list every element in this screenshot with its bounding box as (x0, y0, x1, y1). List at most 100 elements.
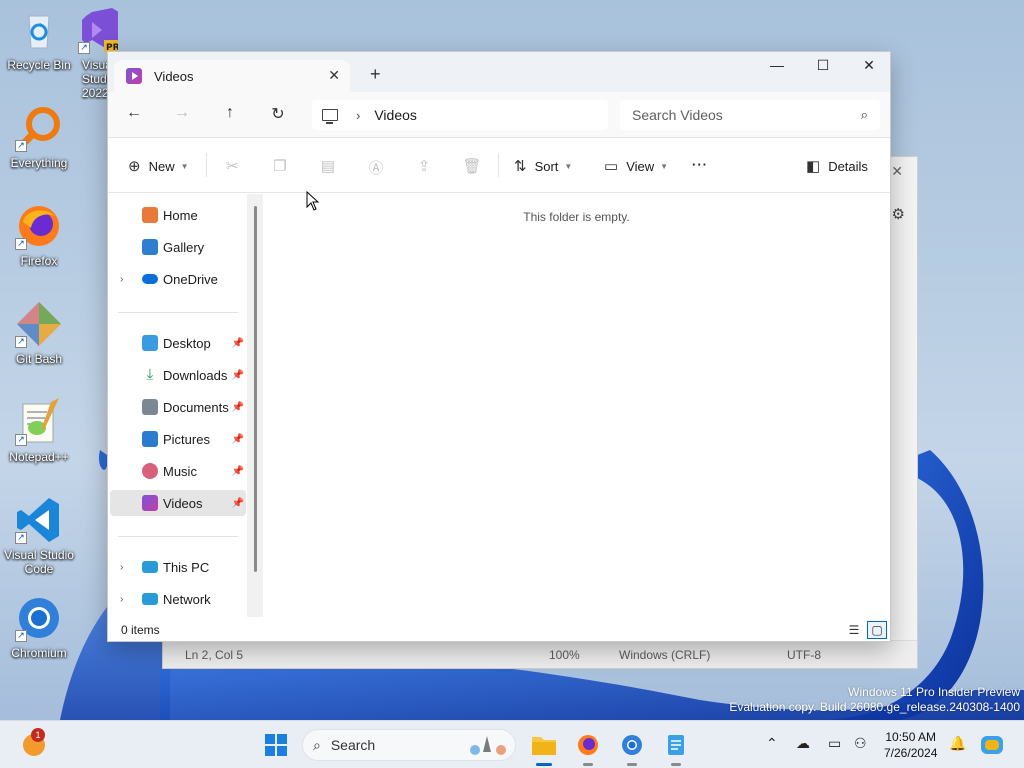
pin-icon[interactable]: 📌 (232, 498, 244, 509)
cut-icon[interactable]: ✂ (222, 157, 242, 175)
shortcut-arrow-icon: ↗ (15, 336, 27, 348)
share-icon[interactable]: ⇪ (414, 157, 434, 175)
sidebar-item-documents[interactable]: Documents 📌 (110, 394, 246, 420)
taskbar: 1 ⌕ Search ⌃ ☁ ▭ ⚇ 10:50 AM 7/26/2024 🔔 (0, 720, 1024, 768)
sidebar-item-pictures[interactable]: Pictures 📌 (110, 426, 246, 452)
view-icon: ▭ (604, 158, 619, 175)
everything-search-icon: ↗ (15, 104, 63, 152)
desktop-icon-everything[interactable]: ↗ Everything (0, 104, 78, 170)
item-count: 0 items (121, 623, 160, 637)
visual-studio-icon: PRE ↗ (78, 6, 118, 54)
firefox-icon (578, 735, 598, 755)
sidebar-item-this-pc[interactable]: › This PC (110, 554, 246, 580)
back-button[interactable]: ← (122, 104, 146, 122)
sidebar-item-gallery[interactable]: Gallery (110, 234, 246, 260)
pin-icon[interactable]: 📌 (232, 434, 244, 445)
this-pc-icon[interactable] (322, 109, 338, 124)
search-highlight-icon (470, 736, 506, 755)
start-button[interactable] (260, 729, 292, 761)
sidebar-item-label: Home (163, 207, 198, 223)
breadcrumb-videos[interactable]: Videos (374, 107, 417, 123)
minimize-button[interactable]: — (754, 57, 800, 73)
clock[interactable]: 10:50 AM 7/26/2024 (884, 729, 937, 761)
breadcrumb-separator[interactable]: › (356, 108, 360, 123)
bell-icon[interactable]: 🔔 (949, 735, 966, 752)
music-icon (142, 463, 158, 479)
desktop-icon-label: Notepad++ (9, 450, 69, 464)
delete-icon[interactable]: 🗑 (462, 157, 482, 175)
sidebar-scrollbar-thumb[interactable] (254, 206, 257, 572)
sidebar-item-downloads[interactable]: ⤓ Downloads 📌 (110, 362, 246, 388)
close-icon[interactable]: ✕ (891, 164, 903, 180)
sidebar-item-network[interactable]: › Network (110, 586, 246, 612)
windows-logo-icon (265, 734, 287, 756)
copilot-button[interactable] (976, 729, 1008, 761)
videos-icon (142, 495, 158, 511)
sidebar-item-label: Documents (163, 399, 229, 415)
chevron-right-icon[interactable]: › (120, 594, 123, 605)
toolbar-divider (498, 153, 499, 177)
forward-button[interactable]: → (170, 104, 194, 122)
taskbar-notepad[interactable] (660, 729, 692, 766)
chevron-right-icon[interactable]: › (120, 274, 123, 285)
desktop-icon-recycle-bin[interactable]: Recycle Bin (0, 6, 78, 72)
sidebar-item-onedrive[interactable]: › OneDrive (110, 266, 246, 292)
desktop-icon-git-bash[interactable]: ↗ Git Bash (0, 300, 78, 366)
desktop-icon-firefox[interactable]: ↗ Firefox (0, 202, 78, 268)
display-icon[interactable]: ▭ (828, 735, 841, 752)
title-bar[interactable]: Videos ✕ + — ☐ ✕ (108, 52, 890, 92)
taskbar-search-box[interactable]: ⌕ Search (302, 729, 516, 761)
details-button[interactable]: ◧ Details (806, 157, 868, 175)
address-bar[interactable]: › Videos (312, 100, 608, 130)
maximize-button[interactable]: ☐ (800, 57, 846, 74)
details-view-icon[interactable]: ☰ (844, 621, 864, 639)
onedrive-icon (142, 274, 158, 284)
search-input[interactable]: Search Videos ⌕ (620, 100, 880, 130)
pin-icon[interactable]: 📌 (232, 466, 244, 477)
network-status-icon[interactable]: ⚇ (854, 735, 867, 752)
new-tab-button[interactable]: + (370, 64, 381, 85)
sidebar-item-label: Pictures (163, 431, 210, 447)
status-bar: 0 items ☰ ▢ (108, 617, 890, 641)
widget-badge: 1 (31, 728, 45, 742)
sidebar-item-home[interactable]: Home (110, 202, 246, 228)
desktop-icon-chromium[interactable]: ↗ Chromium (0, 594, 78, 660)
taskbar-chromium[interactable] (616, 729, 648, 766)
sidebar-item-music[interactable]: Music 📌 (110, 458, 246, 484)
copilot-icon (981, 736, 1003, 754)
chevron-right-icon[interactable]: › (120, 562, 123, 573)
file-list-area[interactable]: This folder is empty. (263, 194, 890, 619)
view-button[interactable]: ▭ View ▼ (604, 157, 668, 175)
desktop-icon-vscode[interactable]: ↗ Visual Studio Code (0, 496, 78, 576)
tiles-view-icon[interactable]: ▢ (867, 621, 887, 639)
clock-date: 7/26/2024 (884, 746, 938, 760)
sidebar-item-videos[interactable]: Videos 📌 (110, 490, 246, 516)
taskbar-file-explorer[interactable] (528, 729, 560, 766)
more-options-button[interactable]: ··· (692, 157, 708, 172)
chevron-up-icon[interactable]: ⌃ (766, 735, 778, 752)
rename-icon[interactable]: Ⓐ (366, 157, 386, 178)
sidebar-item-desktop[interactable]: Desktop 📌 (110, 330, 246, 356)
sidebar-divider (118, 312, 238, 313)
pin-icon[interactable]: 📌 (232, 402, 244, 413)
up-button[interactable]: ↑ (218, 104, 242, 122)
chevron-down-icon: ▼ (660, 161, 669, 171)
paste-icon[interactable]: ▤ (318, 157, 338, 175)
zoom-level: 100% (549, 648, 580, 662)
close-window-button[interactable]: ✕ (846, 57, 892, 74)
refresh-button[interactable]: ↻ (266, 104, 290, 124)
desktop-folder-icon (142, 335, 158, 351)
pin-icon[interactable]: 📌 (232, 370, 244, 381)
sort-button[interactable]: ⇅ Sort ▼ (514, 157, 572, 175)
sidebar-item-label: Desktop (163, 335, 211, 351)
new-button[interactable]: ⊕ New ▼ (128, 157, 189, 175)
cloud-sync-icon[interactable]: ☁ (796, 735, 810, 752)
taskbar-firefox[interactable] (572, 729, 604, 766)
gear-icon[interactable]: ⚙ (892, 205, 905, 223)
copy-icon[interactable]: ❐ (270, 157, 290, 175)
sidebar-item-label: Videos (163, 495, 203, 511)
desktop-icon-notepad-plus-plus[interactable]: ↗ Notepad++ (0, 398, 78, 464)
tab-videos[interactable]: Videos ✕ (114, 60, 350, 92)
pin-icon[interactable]: 📌 (232, 338, 244, 349)
close-tab-icon[interactable]: ✕ (328, 67, 340, 84)
